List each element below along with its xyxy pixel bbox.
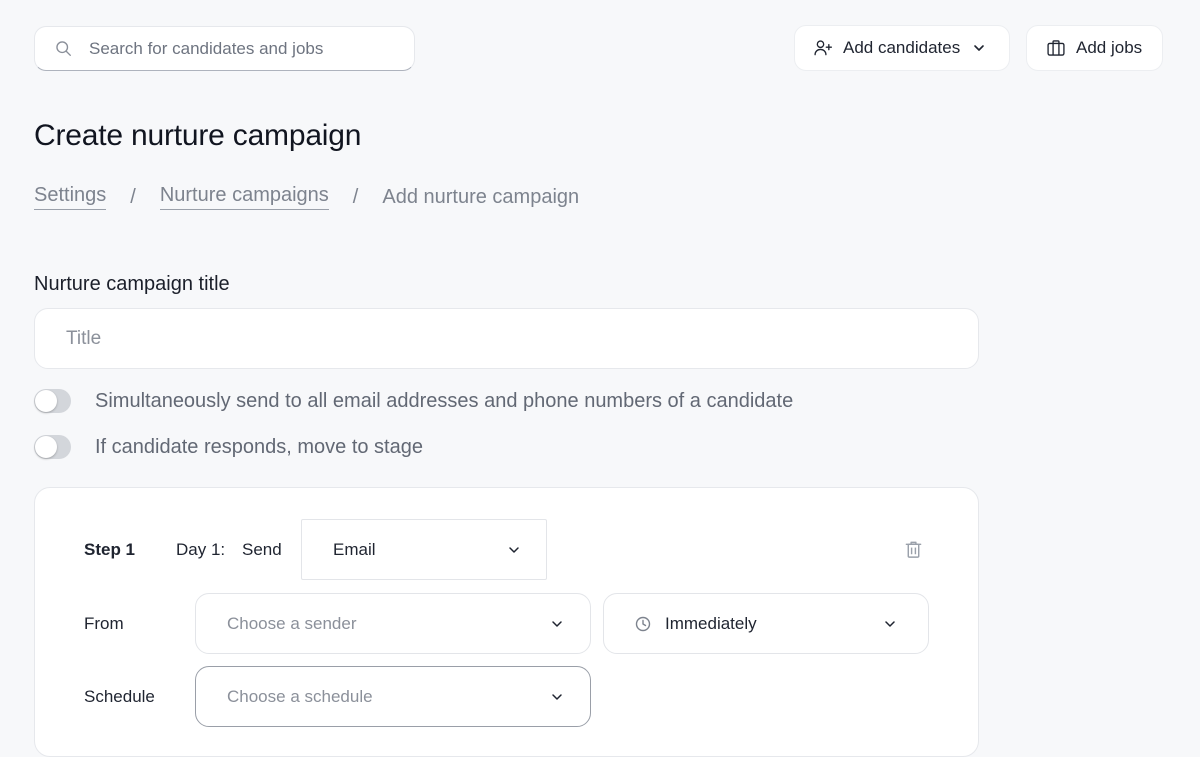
- schedule-select-placeholder: Choose a schedule: [227, 686, 373, 706]
- breadcrumb-separator: /: [352, 185, 359, 208]
- chevron-down-icon: [509, 547, 519, 553]
- campaign-title-label: Nurture campaign title: [34, 273, 230, 295]
- search-bar[interactable]: [34, 26, 415, 71]
- toggle-row-simultaneous-send: Simultaneously send to all email address…: [34, 389, 793, 413]
- add-candidates-button[interactable]: Add candidates: [794, 25, 1010, 71]
- user-plus-icon: [814, 40, 832, 56]
- add-jobs-label: Add jobs: [1076, 38, 1143, 57]
- step-label: Step 1: [84, 540, 136, 559]
- timing-select-value: Immediately: [665, 613, 757, 633]
- breadcrumb-separator: /: [130, 185, 136, 208]
- channel-select-value: Email: [333, 539, 376, 559]
- briefcase-icon: [1047, 40, 1065, 56]
- trash-icon[interactable]: [904, 540, 923, 559]
- breadcrumb-settings[interactable]: Settings: [34, 184, 107, 210]
- toggle-knob: [35, 390, 57, 412]
- chevron-down-icon: [552, 694, 562, 700]
- toggle-row-move-to-stage: If candidate responds, move to stage: [34, 435, 423, 459]
- channel-select[interactable]: Email: [301, 519, 547, 580]
- add-candidates-label: Add candidates: [843, 38, 961, 57]
- chevron-down-icon: [885, 621, 895, 627]
- campaign-title-input[interactable]: [34, 308, 979, 369]
- breadcrumb: Settings / Nurture campaigns / Add nurtu…: [34, 184, 579, 210]
- sender-select[interactable]: Choose a sender: [195, 593, 591, 654]
- breadcrumb-nurture-campaigns[interactable]: Nurture campaigns: [159, 184, 329, 210]
- sender-select-placeholder: Choose a sender: [227, 613, 357, 633]
- page-title: Create nurture campaign: [34, 119, 362, 152]
- from-label: From: [84, 614, 124, 633]
- toggle-knob: [35, 436, 57, 458]
- search-icon: [56, 41, 71, 56]
- day-label: Day 1:: [176, 540, 226, 559]
- move-to-stage-label: If candidate responds, move to stage: [95, 435, 423, 458]
- add-jobs-button[interactable]: Add jobs: [1026, 25, 1163, 71]
- simultaneous-send-toggle[interactable]: [34, 389, 71, 413]
- send-label: Send: [242, 540, 282, 559]
- clock-icon: [635, 616, 651, 631]
- chevron-down-icon: [974, 45, 985, 51]
- timing-select[interactable]: Immediately: [603, 593, 929, 654]
- move-to-stage-toggle[interactable]: [34, 435, 71, 459]
- search-input[interactable]: [89, 38, 389, 59]
- chevron-down-icon: [552, 621, 562, 627]
- simultaneous-send-label: Simultaneously send to all email address…: [95, 389, 794, 412]
- breadcrumb-current: Add nurture campaign: [382, 185, 580, 208]
- schedule-select[interactable]: Choose a schedule: [195, 666, 591, 727]
- schedule-label: Schedule: [84, 687, 155, 706]
